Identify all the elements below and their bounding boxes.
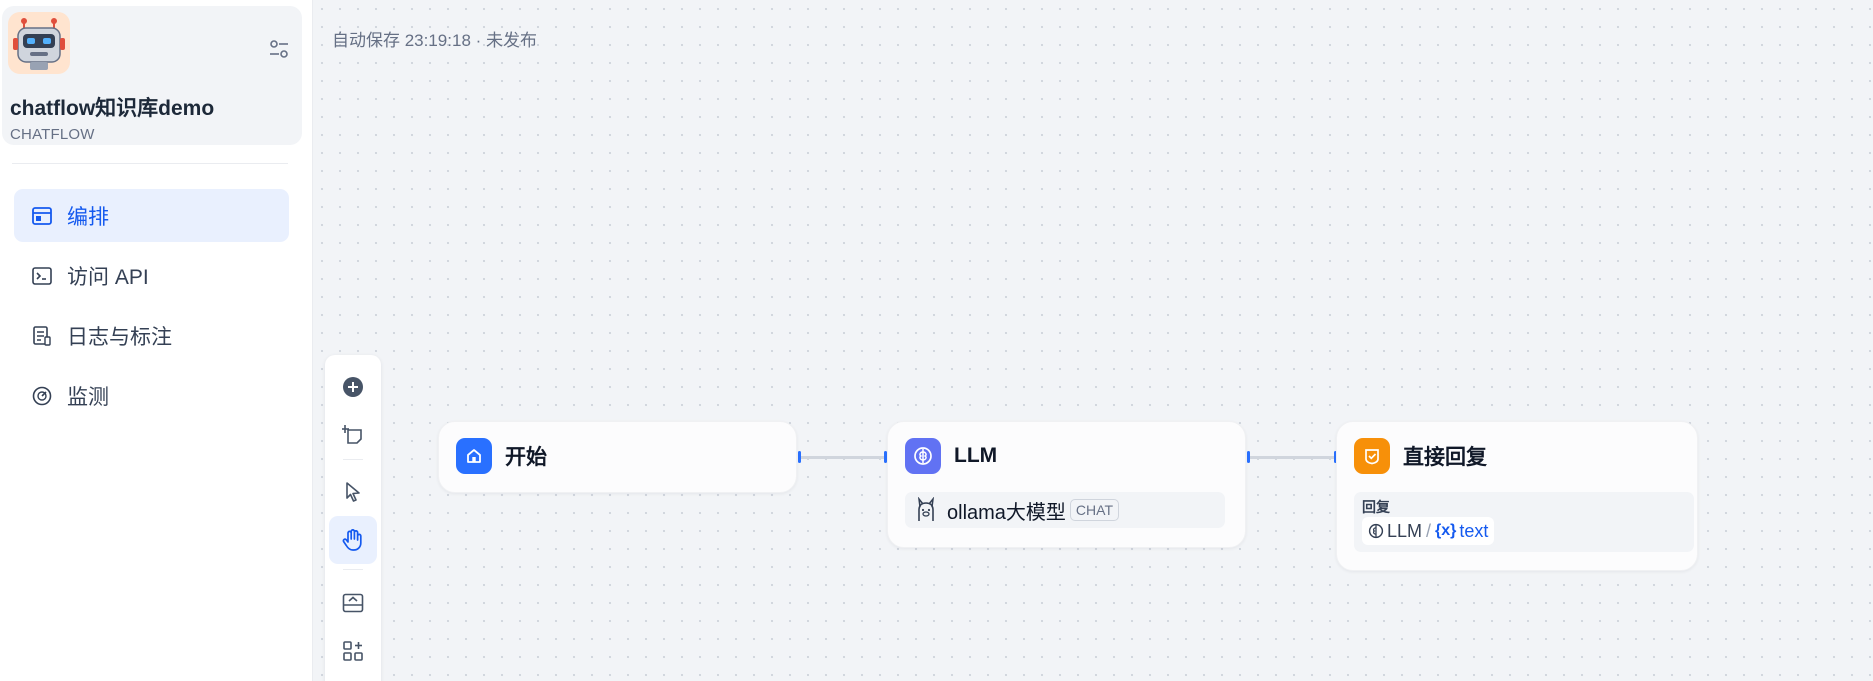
log-icon: [31, 325, 53, 347]
organize-nodes-button[interactable]: [329, 627, 377, 675]
sidebar-item-label: 访问 API: [67, 265, 149, 289]
node-start[interactable]: 开始: [438, 421, 797, 493]
sidebar-item-monitor[interactable]: 监测: [14, 369, 289, 422]
autosave-status: 自动保存 23:19:18 · 未发布: [332, 31, 538, 50]
node-header: LLM: [905, 438, 997, 474]
export-image-button[interactable]: [329, 579, 377, 627]
node-title: 开始: [505, 446, 547, 469]
variable-source: LLM: [1387, 520, 1423, 541]
model-selector[interactable]: ollama大模型 CHAT: [905, 492, 1225, 528]
node-llm[interactable]: LLM ollama大模型 CHAT: [887, 421, 1246, 548]
layout-icon: [31, 205, 53, 227]
workflow-canvas[interactable]: [313, 0, 1873, 681]
app-robot-icon: [8, 12, 70, 74]
hand-icon: [342, 529, 362, 551]
reply-field-label: 回复: [1362, 499, 1390, 515]
node-title: 直接回复: [1403, 446, 1487, 469]
variable-separator: /: [1426, 520, 1432, 541]
add-node-icon: [343, 377, 363, 397]
sidebar-item-label: 编排: [67, 205, 109, 229]
toolbar-divider: [343, 569, 363, 570]
llm-output-handle[interactable]: [1247, 451, 1250, 463]
app-name: chatflow知识库demo: [10, 97, 215, 120]
reply-icon: [1354, 438, 1390, 474]
export-image-icon: [342, 593, 364, 613]
node-header: 直接回复: [1354, 438, 1487, 474]
model-name: ollama大模型: [947, 501, 1066, 524]
home-icon: [456, 438, 492, 474]
sidebar: chatflow知识库demo CHATFLOW 编排 访问 API 日志与标注: [0, 0, 313, 681]
node-answer[interactable]: 直接回复 回复 LLM / {x} text: [1336, 421, 1698, 571]
app-settings-button[interactable]: [266, 36, 292, 62]
variable-name: text: [1459, 520, 1489, 541]
sidebar-item-label: 监测: [67, 385, 109, 409]
variable-icon: {x}: [1435, 522, 1457, 539]
brain-icon: [905, 438, 941, 474]
add-note-button[interactable]: [329, 411, 377, 459]
pointer-mode-button[interactable]: [329, 468, 377, 516]
add-note-icon: [342, 425, 362, 444]
gauge-icon: [31, 385, 53, 407]
sidebar-nav: 编排 访问 API 日志与标注 监测: [14, 189, 289, 429]
edge-start-llm[interactable]: [800, 456, 886, 459]
ollama-icon: [917, 497, 935, 521]
edge-llm-answer[interactable]: [1249, 456, 1335, 459]
organize-icon: [343, 641, 363, 661]
node-header: 开始: [456, 438, 547, 474]
add-node-button[interactable]: [329, 363, 377, 411]
variable-reference-chip[interactable]: LLM / {x} text: [1362, 517, 1495, 545]
canvas-toolbar: [325, 355, 381, 681]
sidebar-item-logs[interactable]: 日志与标注: [14, 309, 289, 362]
sidebar-item-orchestrate[interactable]: 编排: [14, 189, 289, 242]
terminal-icon: [31, 265, 53, 287]
sliders-icon: [270, 40, 288, 58]
model-mode-badge: CHAT: [1069, 499, 1119, 521]
app-type: CHATFLOW: [10, 126, 95, 143]
node-title: LLM: [954, 444, 998, 467]
hand-mode-button[interactable]: [329, 516, 377, 564]
sidebar-divider: [12, 163, 288, 164]
brain-icon: [1368, 523, 1384, 539]
app-info-card: chatflow知识库demo CHATFLOW: [2, 6, 302, 145]
start-output-handle[interactable]: [798, 451, 801, 463]
sidebar-item-label: 日志与标注: [67, 325, 172, 349]
pointer-icon: [346, 482, 360, 502]
reply-field[interactable]: 回复 LLM / {x} text: [1354, 492, 1694, 552]
toolbar-divider: [343, 459, 363, 460]
sidebar-item-api[interactable]: 访问 API: [14, 249, 289, 302]
